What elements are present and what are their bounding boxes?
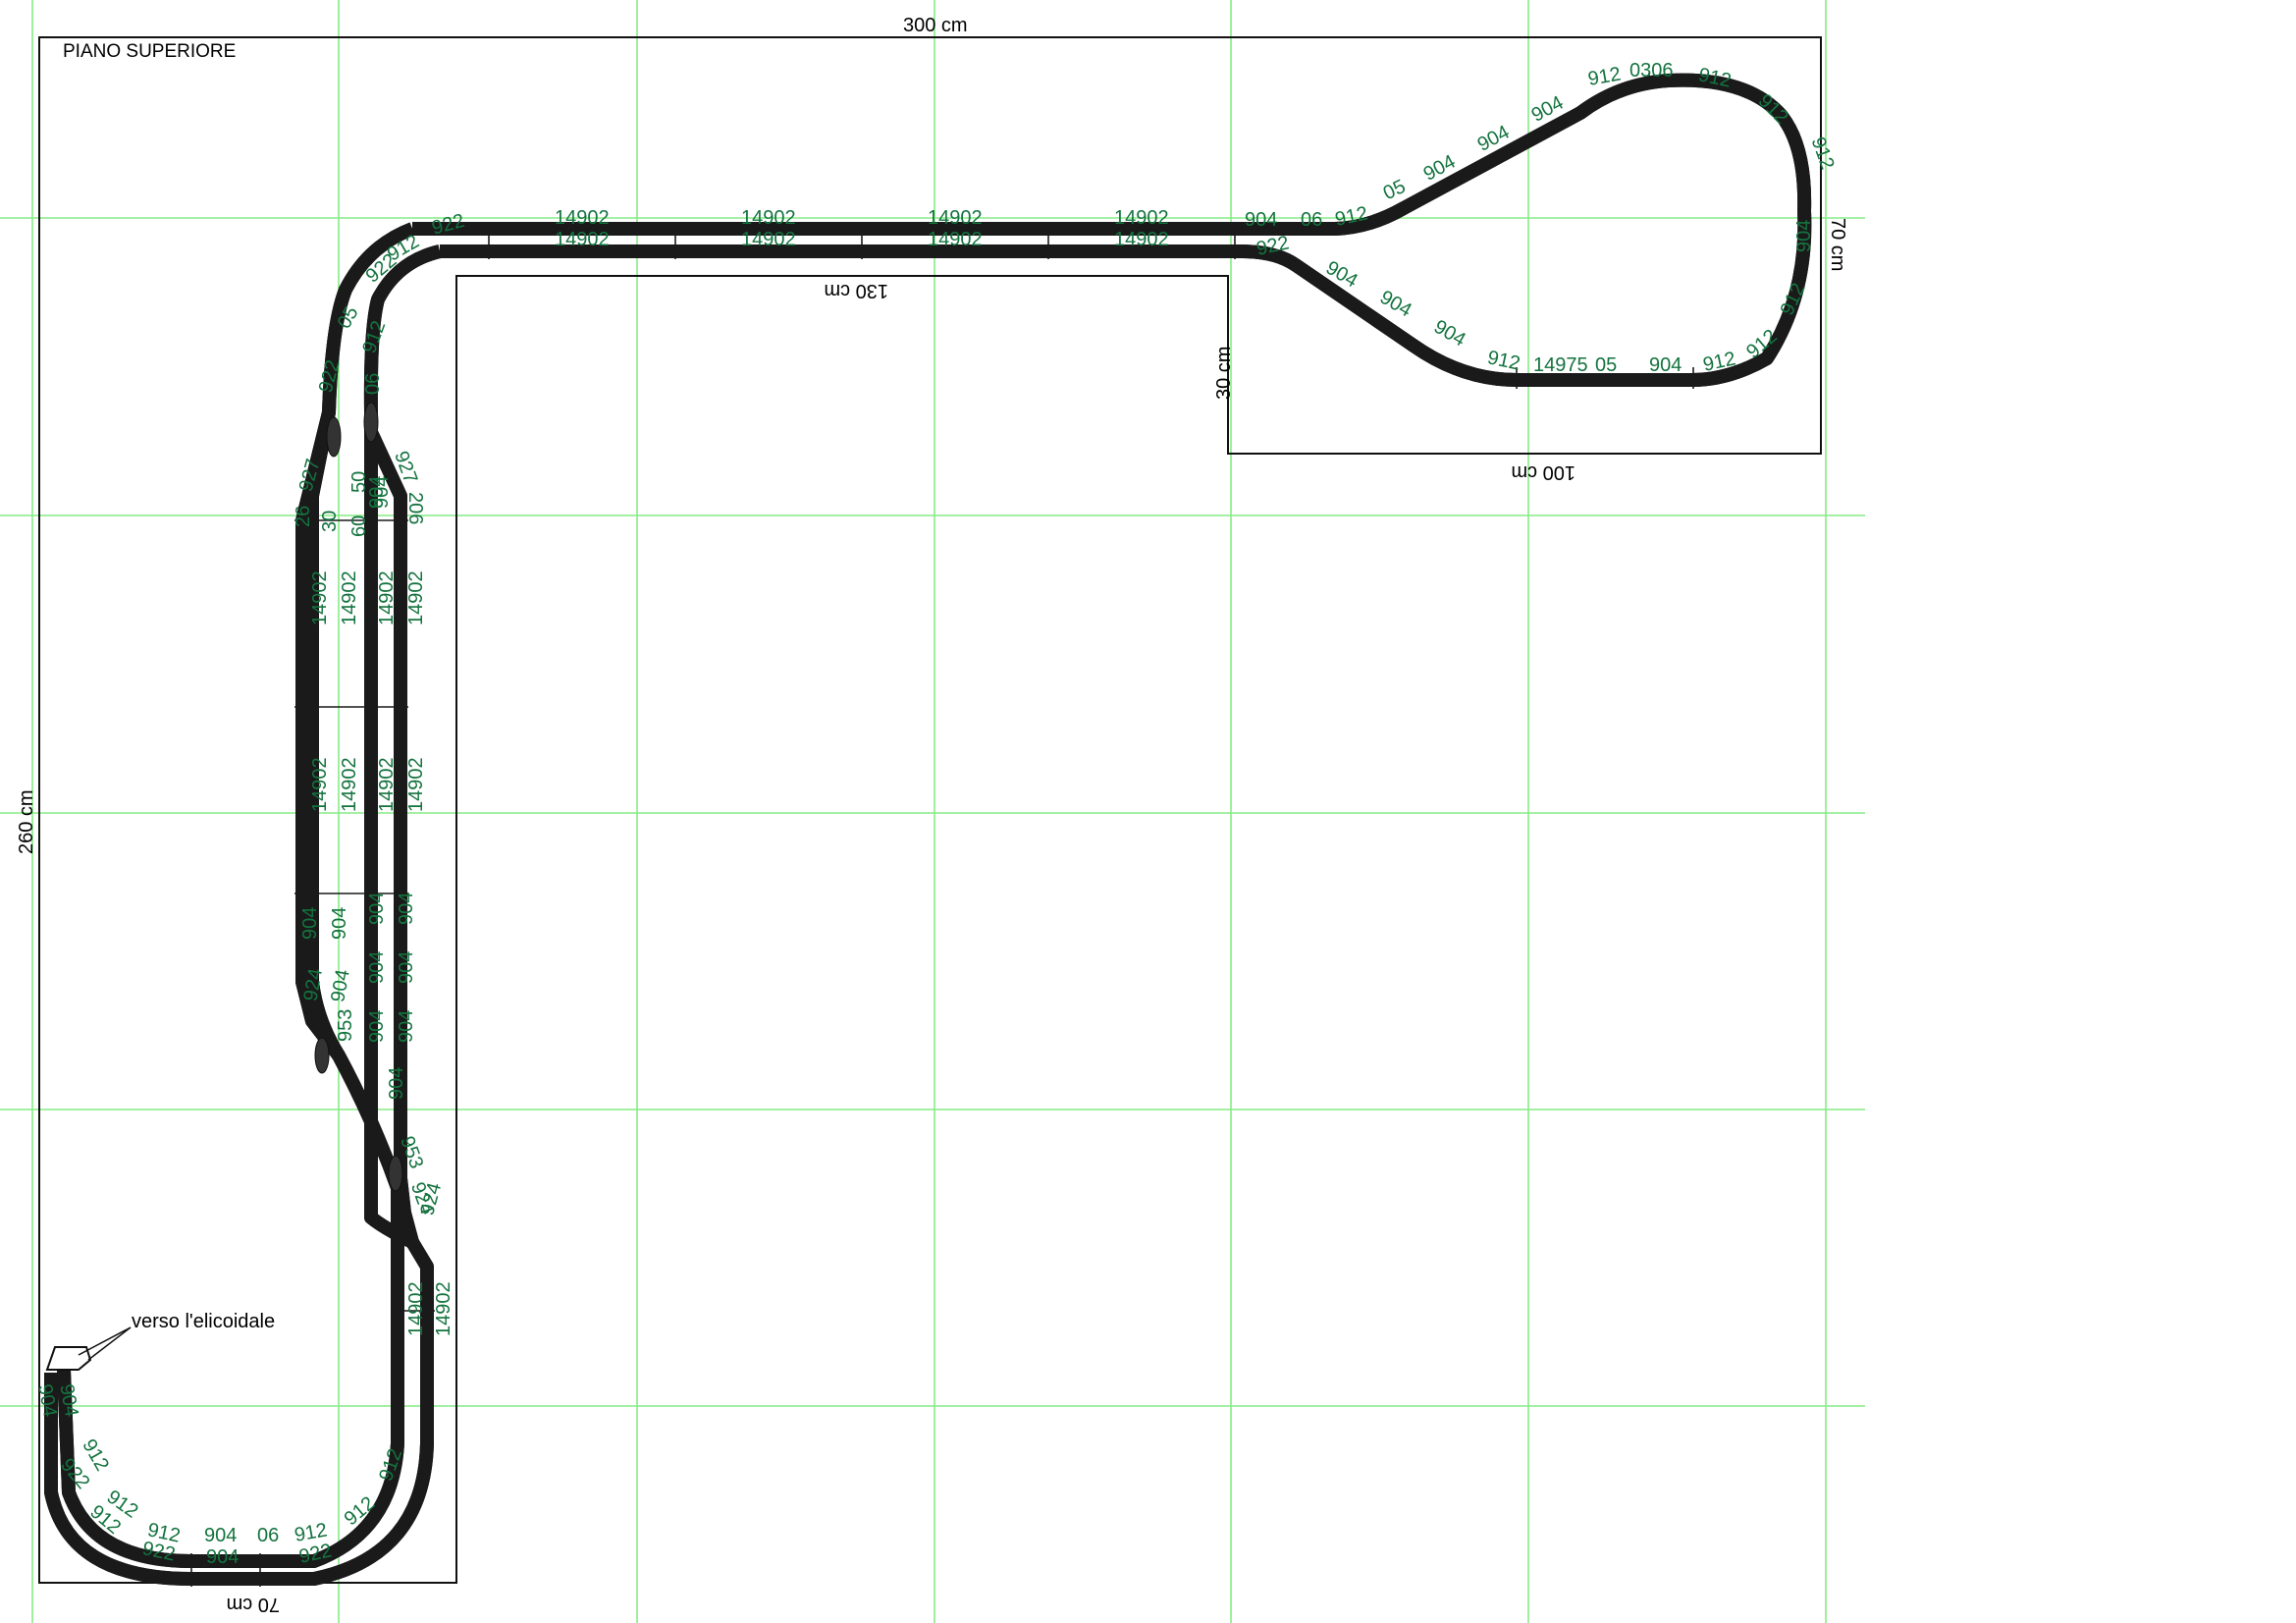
piece-label: 904 (386, 1067, 407, 1100)
helix-connection-marker (45, 1326, 132, 1371)
piece-label: 904 (366, 893, 388, 925)
piece-label: 14902 (339, 757, 360, 812)
piece-label: 904 (396, 893, 417, 925)
piece-label: 14902 (405, 1281, 427, 1336)
piece-label: 14902 (405, 757, 427, 812)
track-network (44, 81, 1804, 1586)
piece-label: 14902 (309, 757, 331, 812)
dimension-step-left: 30 cm (1213, 347, 1235, 400)
piece-label: 912 (375, 1446, 406, 1485)
dimension-right: 70 cm (1827, 218, 1848, 271)
piece-label: 904 (371, 476, 393, 509)
piece-label: 904 (1245, 209, 1277, 231)
track-plan-diagram: PIANO SUPERIORE 300 cm 260 cm 70 cm 70 c… (0, 0, 1865, 1623)
piece-label: 912 (1807, 135, 1839, 173)
piece-label: 904 (396, 1010, 417, 1043)
piece-label: 904 (206, 1546, 239, 1568)
piece-label: 14902 (928, 229, 983, 250)
piece-label: 06 (1301, 209, 1322, 231)
piece-label: 904 (299, 907, 321, 940)
turnout-marker (314, 1037, 330, 1074)
piece-label: 904 (396, 951, 417, 984)
piece-label: 904 (327, 968, 353, 1004)
piece-label: 14902 (741, 207, 796, 229)
piece-label: 26 (293, 506, 314, 527)
piece-label: 0306 (1629, 60, 1674, 81)
piece-label: 904 (1649, 354, 1682, 376)
piece-label: 14902 (376, 757, 398, 812)
piece-label: 904 (366, 951, 388, 984)
dimension-bottom: 70 cm (227, 1594, 280, 1615)
piece-label: 06 (257, 1525, 279, 1546)
piece-label: 14902 (433, 1281, 454, 1336)
piece-label: 904 (1430, 316, 1469, 352)
piece-label: 206 (404, 492, 426, 524)
piece-label: 14902 (376, 570, 398, 625)
piece-label: 14902 (555, 229, 610, 250)
piece-label: 14902 (555, 207, 610, 229)
turnout-marker (388, 1155, 403, 1192)
turnout-marker (363, 402, 379, 443)
piece-label: 14902 (928, 207, 983, 229)
track-joints (190, 73, 1694, 1587)
piece-label: 14902 (339, 570, 360, 625)
piece-label: 953 (335, 1009, 356, 1042)
dimension-top: 300 cm (903, 15, 968, 36)
piece-label: 14902 (741, 229, 796, 250)
piece-label: 904 (329, 907, 350, 940)
dimension-step-bottom: 100 cm (1511, 461, 1575, 483)
piece-label: 14902 (405, 570, 427, 625)
piece-label: 30 (319, 511, 341, 532)
piece-label: 14902 (1114, 229, 1169, 250)
piece-label: 14975 (1533, 354, 1588, 376)
piece-label: 904 (204, 1525, 237, 1546)
turnout-marker (326, 416, 342, 458)
dimension-inner-top: 130 cm (824, 280, 888, 301)
piece-label: 14902 (309, 570, 331, 625)
layout-title: PIANO SUPERIORE (63, 41, 236, 62)
piece-label: 912 (358, 318, 390, 356)
piece-label: 922 (315, 357, 345, 395)
piece-label: 60 (348, 515, 370, 537)
piece-label: 904 (366, 1010, 388, 1043)
dimension-left: 260 cm (16, 789, 37, 854)
piece-label: 924 (299, 967, 326, 1003)
piece-label: 912 (1485, 347, 1522, 374)
piece-label: 06 (362, 373, 384, 395)
helix-annotation: verso l'elicoidale (132, 1311, 275, 1332)
piece-label: 14902 (1114, 207, 1169, 229)
piece-label: 05 (1595, 354, 1617, 376)
piece-label: 904 (1793, 220, 1815, 252)
